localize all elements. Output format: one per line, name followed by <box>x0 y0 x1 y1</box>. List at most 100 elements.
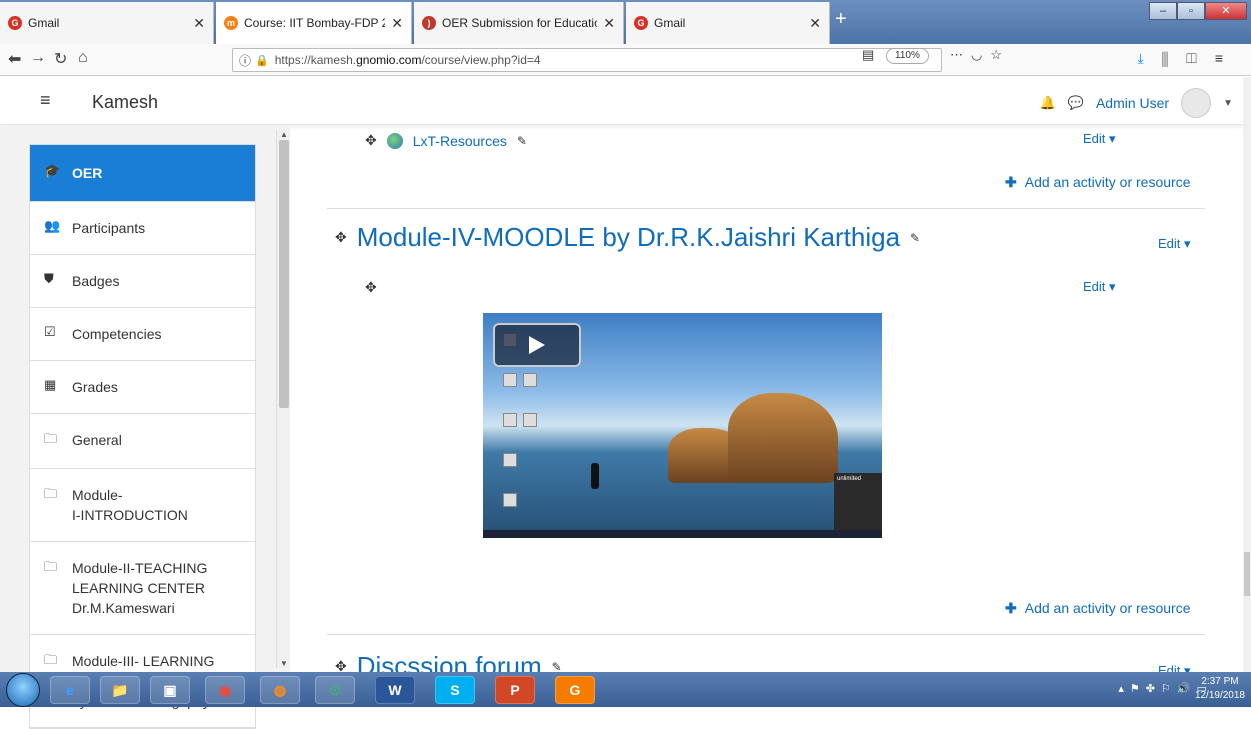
avatar[interactable] <box>1181 88 1212 118</box>
tab-course[interactable]: m Course: IIT Bombay-FDP 201X- ✕ <box>216 2 412 44</box>
media-icon[interactable]: ▣ <box>150 676 190 704</box>
time: 2:37 PM <box>1201 676 1239 687</box>
address-bar[interactable]: ⓘ 🔒 https://kamesh.gnomio.com/course/vie… <box>232 48 942 72</box>
close-tab-icon[interactable]: ✕ <box>809 15 821 32</box>
user-name[interactable]: Admin User <box>1096 95 1169 111</box>
video-taskbar-strip <box>483 530 882 538</box>
sidebar-item-oer[interactable]: 🎓 OER <box>30 145 255 202</box>
page-actions: ⋯◡☆ <box>950 47 1010 63</box>
sidebar-scrollbar[interactable]: ▲ ▼ <box>276 130 290 668</box>
edit-menu[interactable]: Edit ▾ <box>1083 131 1116 147</box>
explorer-icon[interactable]: 📁 <box>100 676 140 704</box>
rock-arch-right <box>728 393 838 483</box>
sidebar-icon[interactable]: ◫ <box>1186 50 1215 66</box>
section-title[interactable]: Module-IV-MOODLE by Dr.R.K.Jaishri Karth… <box>357 222 900 253</box>
info-icon[interactable]: ⓘ <box>239 52 251 69</box>
tab-gmail-1[interactable]: G Gmail ✕ <box>0 2 214 44</box>
zoom-level[interactable]: 110% <box>886 48 929 64</box>
close-tab-icon[interactable]: ✕ <box>603 15 615 32</box>
course-content: ✥ LxT-Resources ✎ Edit ▾ ✚ Add an activit… <box>300 126 1243 672</box>
scroll-down-icon[interactable]: ▼ <box>280 659 288 668</box>
home-icon[interactable]: ⌂ <box>78 49 88 67</box>
course-nav-drawer: 🎓 OER 👥 Participants ⛊ Badges ☑ Competen… <box>0 126 290 729</box>
site-name[interactable]: Kamesh <box>92 92 158 113</box>
sidebar-item-module-1[interactable]: 🗀 Module- I-INTRODUCTION <box>30 469 255 542</box>
word-icon[interactable]: W <box>375 676 415 704</box>
library-icon[interactable]: ⫼ <box>1162 50 1186 66</box>
pencil-icon[interactable]: ✎ <box>910 231 920 245</box>
play-button[interactable] <box>493 323 581 367</box>
skype-icon[interactable]: S <box>435 676 475 704</box>
desktop-icon <box>503 413 517 427</box>
add-activity-link[interactable]: ✚ Add an activity or resource <box>1005 174 1190 191</box>
action-center-icon[interactable]: ⚐ <box>1161 683 1177 695</box>
scroll-up-icon[interactable]: ▲ <box>280 130 288 139</box>
notification-bell-icon[interactable]: 🔔 <box>1040 95 1056 111</box>
user-menu: 🔔 💬 Admin User ▼ <box>1040 88 1233 118</box>
pocket-icon[interactable]: ◡ <box>971 47 990 62</box>
url-resource-icon <box>386 132 403 149</box>
app-tray-icon[interactable]: ✤ <box>1146 683 1161 695</box>
tab-title: OER Submission for Education <box>442 16 598 30</box>
browser-toolbar: ⬅ → ↻ ⌂ ⓘ 🔒 https://kamesh.gnomio.com/co… <box>0 44 1251 76</box>
page-scrollbar[interactable] <box>1243 77 1251 672</box>
edit-menu[interactable]: Edit ▾ <box>1083 279 1116 295</box>
back-icon[interactable]: ⬅ <box>8 49 21 69</box>
sidebar-item-module-2[interactable]: 🗀 Module-II-TEACHING LEARNING CENTER Dr.… <box>30 542 255 635</box>
sidebar-item-grades[interactable]: ▦ Grades <box>30 361 255 414</box>
firefox-icon[interactable]: ◍ <box>260 676 300 704</box>
sidebar-item-badges[interactable]: ⛊ Badges <box>30 255 255 308</box>
maximize-icon[interactable]: ▫ <box>1177 2 1205 20</box>
tab-gmail-2[interactable]: G Gmail ✕ <box>626 2 830 44</box>
close-window-icon[interactable]: ✕ <box>1205 2 1247 20</box>
chevron-down-icon[interactable]: ▼ <box>1223 98 1233 109</box>
windows-taskbar: e 📁 ▣ ◉ ◍ ⊙ W S P G ▴⚑✤⚐🔊▭ 2:37 PM 12/19… <box>0 672 1251 707</box>
powerpoint-icon[interactable]: P <box>495 676 535 704</box>
network-icon[interactable]: ⚑ <box>1130 683 1146 695</box>
scrollbar-thumb[interactable] <box>279 140 289 408</box>
section-title[interactable]: Discssion forum <box>357 651 542 672</box>
pdf-icon[interactable]: G <box>555 676 595 704</box>
tab-title: Gmail <box>28 16 60 30</box>
new-tab-icon[interactable]: + <box>835 8 847 31</box>
sidebar-item-label: Grades <box>72 379 118 395</box>
close-tab-icon[interactable]: ✕ <box>193 15 205 32</box>
reload-icon[interactable]: ↻ <box>54 49 67 69</box>
close-tab-icon[interactable]: ✕ <box>391 15 403 32</box>
move-icon[interactable]: ✥ <box>335 229 347 246</box>
section-edit-menu[interactable]: Edit ▾ <box>1158 236 1191 252</box>
add-activity-link[interactable]: ✚ Add an activity or resource <box>1005 600 1190 617</box>
clock[interactable]: 2:37 PM 12/19/2018 <box>1195 675 1245 703</box>
volume-icon[interactable]: 🔊 <box>1177 683 1197 695</box>
pencil-icon[interactable]: ✎ <box>552 660 562 673</box>
resource-link[interactable]: LxT-Resources <box>413 133 507 149</box>
recorder-icon[interactable]: ⊙ <box>315 676 355 704</box>
reader-view-icon[interactable]: ▤ <box>862 47 874 63</box>
hamburger-menu-icon[interactable]: ≡ <box>40 90 51 111</box>
section-edit-menu[interactable]: Edit ▾ <box>1158 663 1191 672</box>
ie-icon[interactable]: e <box>50 676 90 704</box>
sidebar-item-participants[interactable]: 👥 Participants <box>30 202 255 255</box>
tab-oer-submission[interactable]: ) OER Submission for Education ✕ <box>414 2 624 44</box>
bookmark-star-icon[interactable]: ☆ <box>990 47 1010 62</box>
scrollbar-thumb[interactable] <box>1244 552 1250 596</box>
move-icon[interactable]: ✥ <box>335 658 347 672</box>
menu-icon[interactable]: ≡ <box>1215 50 1241 66</box>
messages-icon[interactable]: 💬 <box>1068 95 1084 111</box>
show-hidden-icon[interactable]: ▴ <box>1118 683 1130 695</box>
move-icon[interactable]: ✥ <box>365 279 377 296</box>
sidebar-item-general[interactable]: 🗀 General <box>30 414 255 469</box>
forward-icon[interactable]: → <box>30 49 46 67</box>
move-icon[interactable]: ✥ <box>365 132 377 149</box>
pencil-icon[interactable]: ✎ <box>517 134 527 148</box>
sidebar-item-competencies[interactable]: ☑ Competencies <box>30 308 255 361</box>
minimize-icon[interactable]: – <box>1149 2 1177 20</box>
play-icon <box>529 336 545 354</box>
chrome-icon[interactable]: ◉ <box>205 676 245 704</box>
gmail-icon: G <box>634 16 648 30</box>
video-player[interactable]: unlimited <box>483 313 882 538</box>
browser-tab-bar: G Gmail ✕ m Course: IIT Bombay-FDP 201X-… <box>0 0 1251 44</box>
more-actions-icon[interactable]: ⋯ <box>950 47 971 62</box>
download-icon[interactable]: ⤓ <box>1138 50 1162 66</box>
start-button[interactable] <box>6 673 40 707</box>
